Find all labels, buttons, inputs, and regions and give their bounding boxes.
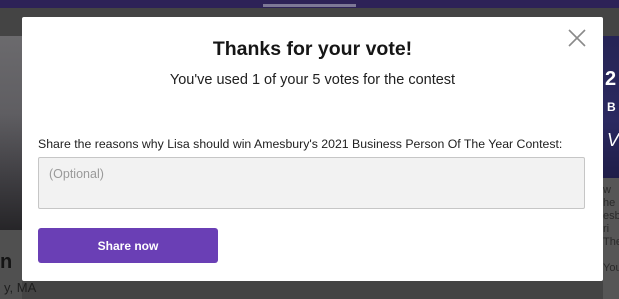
- modal-title: Thanks for your vote!: [212, 38, 413, 60]
- background-side-text: w he esb ri The You: [603, 184, 619, 275]
- side-text-line: esb: [603, 210, 619, 222]
- side-text-line: ri: [603, 223, 610, 235]
- background-photo: [0, 36, 22, 230]
- share-now-button[interactable]: Share now: [38, 228, 218, 263]
- votes-used-text: You've used 1 of your 5 votes for the co…: [169, 72, 456, 88]
- background-city-fragment: y, MA: [4, 280, 37, 295]
- side-text-line: You: [603, 262, 619, 274]
- background-banner: 2 B V: [603, 36, 619, 178]
- side-text-line: The: [603, 236, 619, 248]
- vote-confirmation-modal: Thanks for your vote! You've used 1 of y…: [22, 17, 603, 281]
- banner-text-1: 2: [605, 68, 617, 90]
- banner-text-3: V: [607, 130, 619, 150]
- background-heading-fragment: n: [0, 251, 13, 273]
- banner-text-2: B: [607, 100, 616, 114]
- side-text-line: w: [603, 184, 611, 196]
- site-header-bar: [0, 0, 619, 8]
- side-text-line: he: [603, 197, 616, 209]
- share-reasons-label: Share the reasons why Lisa should win Am…: [38, 137, 563, 151]
- side-text-line: [603, 249, 619, 262]
- reason-input[interactable]: [38, 157, 585, 209]
- header-handle: [263, 4, 356, 7]
